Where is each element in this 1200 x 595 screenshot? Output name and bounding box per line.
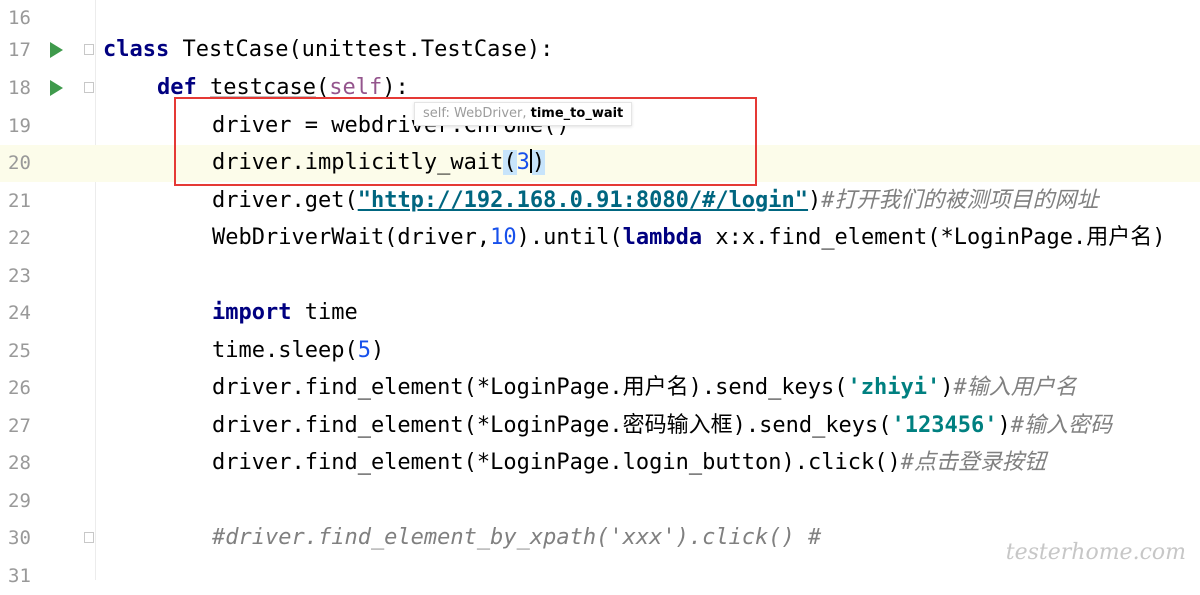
- comment: #打开我们的被测项目的网址: [821, 188, 1099, 213]
- keyword: import: [212, 300, 292, 325]
- function-name: testcase: [210, 75, 316, 100]
- line-number: 30: [8, 527, 31, 549]
- code-line-current[interactable]: 20 driver.implicitly_wait(3): [0, 145, 1200, 182]
- code-line[interactable]: 26 driver.find_element(*LoginPage.用户名).s…: [0, 370, 1200, 407]
- code-segment: (: [315, 75, 330, 100]
- code-text[interactable]: class TestCase(unittest.TestCase):: [103, 36, 553, 64]
- line-number: 18: [8, 77, 31, 99]
- line-number: 19: [8, 115, 31, 137]
- number-literal: 3: [516, 150, 530, 175]
- line-number: 26: [8, 377, 31, 399]
- code-text[interactable]: #driver.find_element_by_xpath('xxx').cli…: [212, 524, 821, 552]
- url-string[interactable]: "http://192.168.0.91:8080/#/login": [358, 188, 808, 213]
- line-number: 17: [8, 39, 31, 61]
- code-line[interactable]: 21 driver.get("http://192.168.0.91:8080/…: [0, 183, 1200, 220]
- code-segment: driver.implicitly_wait: [212, 150, 504, 175]
- code-line[interactable]: 23: [0, 258, 1200, 295]
- string-literal: '123456': [891, 413, 998, 438]
- tooltip-param-inactive: self: WebDriver,: [423, 106, 527, 121]
- code-line[interactable]: 27 driver.find_element(*LoginPage.密码输入框)…: [0, 408, 1200, 445]
- code-segment: driver.find_element(*LoginPage.login_but…: [212, 450, 901, 475]
- keyword: class: [103, 37, 170, 62]
- code-text[interactable]: time.sleep(5): [212, 337, 384, 365]
- parameter-info-tooltip: self: WebDriver, time_to_wait: [414, 102, 633, 126]
- code-line[interactable]: 29: [0, 483, 1200, 520]
- self-param: self: [329, 75, 383, 100]
- line-number: 24: [8, 302, 31, 324]
- code-segment: driver.find_element(*LoginPage.用户名).send…: [212, 375, 848, 400]
- line-number: 27: [8, 415, 31, 437]
- code-line[interactable]: 17 class TestCase(unittest.TestCase):: [0, 32, 1200, 69]
- code-segment: TestCase(unittest.TestCase):: [169, 37, 554, 62]
- code-text[interactable]: driver.find_element(*LoginPage.密码输入框).se…: [212, 412, 1112, 440]
- code-text[interactable]: WebDriverWait(driver,10).until(lambda x:…: [212, 224, 1165, 252]
- run-icon[interactable]: [50, 80, 63, 96]
- line-number: 21: [8, 190, 31, 212]
- code-line[interactable]: 25 time.sleep(5): [0, 333, 1200, 370]
- matching-paren: (: [503, 150, 517, 175]
- code-segment: driver.get(: [212, 188, 358, 213]
- line-number: 28: [8, 452, 31, 474]
- code-segment: ): [370, 338, 385, 363]
- code-segment: ): [808, 188, 822, 213]
- line-number: 29: [8, 490, 31, 512]
- code-text[interactable]: def testcase(self):: [157, 74, 409, 102]
- line-number: 31: [8, 565, 31, 587]
- matching-paren: ): [531, 150, 546, 175]
- line-number: 23: [8, 265, 31, 287]
- keyword: lambda: [622, 225, 703, 250]
- code-segment: time.sleep(: [212, 338, 358, 363]
- keyword: def: [157, 75, 197, 100]
- fold-icon[interactable]: [84, 44, 94, 55]
- tooltip-param-active: time_to_wait: [530, 106, 624, 121]
- code-line[interactable]: 28 driver.find_element(*LoginPage.login_…: [0, 445, 1200, 482]
- line-number: 20: [8, 152, 31, 174]
- watermark: testerhome.com: [1005, 540, 1186, 565]
- string-literal: 'zhiyi': [847, 375, 941, 400]
- code-text[interactable]: driver.get("http://192.168.0.91:8080/#/l…: [212, 187, 1099, 215]
- run-icon[interactable]: [50, 42, 63, 58]
- code-text[interactable]: import time: [212, 299, 358, 327]
- line-number: 16: [8, 7, 31, 29]
- fold-icon[interactable]: [84, 532, 94, 543]
- code-segment: ): [940, 375, 954, 400]
- code-text[interactable]: driver.find_element(*LoginPage.login_but…: [212, 449, 1046, 477]
- comment: #输入密码: [1010, 413, 1113, 438]
- code-line[interactable]: 22 WebDriverWait(driver,10).until(lambda…: [0, 220, 1200, 257]
- number-literal: 10: [490, 225, 517, 250]
- line-number: 22: [8, 227, 31, 249]
- code-segment: time: [291, 300, 358, 325]
- code-segment: x:x.find_element(*LoginPage.用户名): [702, 225, 1166, 250]
- code-text[interactable]: driver.find_element(*LoginPage.用户名).send…: [212, 374, 1077, 402]
- code-segment: ).until(: [516, 225, 623, 250]
- comment: #driver.find_element_by_xpath('xxx').cli…: [212, 525, 822, 550]
- code-segment: ):: [382, 75, 409, 100]
- code-segment: WebDriverWait(driver,: [212, 225, 491, 250]
- code-line[interactable]: 24 import time: [0, 295, 1200, 332]
- line-number: 25: [8, 340, 31, 362]
- comment: #点击登录按钮: [900, 450, 1046, 475]
- code-segment: driver.find_element(*LoginPage.密码输入框).se…: [212, 413, 892, 438]
- comment: #输入用户名: [953, 375, 1077, 400]
- code-segment: ): [997, 413, 1011, 438]
- code-text[interactable]: driver.implicitly_wait(3): [212, 149, 546, 177]
- number-literal: 5: [357, 338, 371, 363]
- fold-icon[interactable]: [84, 82, 94, 93]
